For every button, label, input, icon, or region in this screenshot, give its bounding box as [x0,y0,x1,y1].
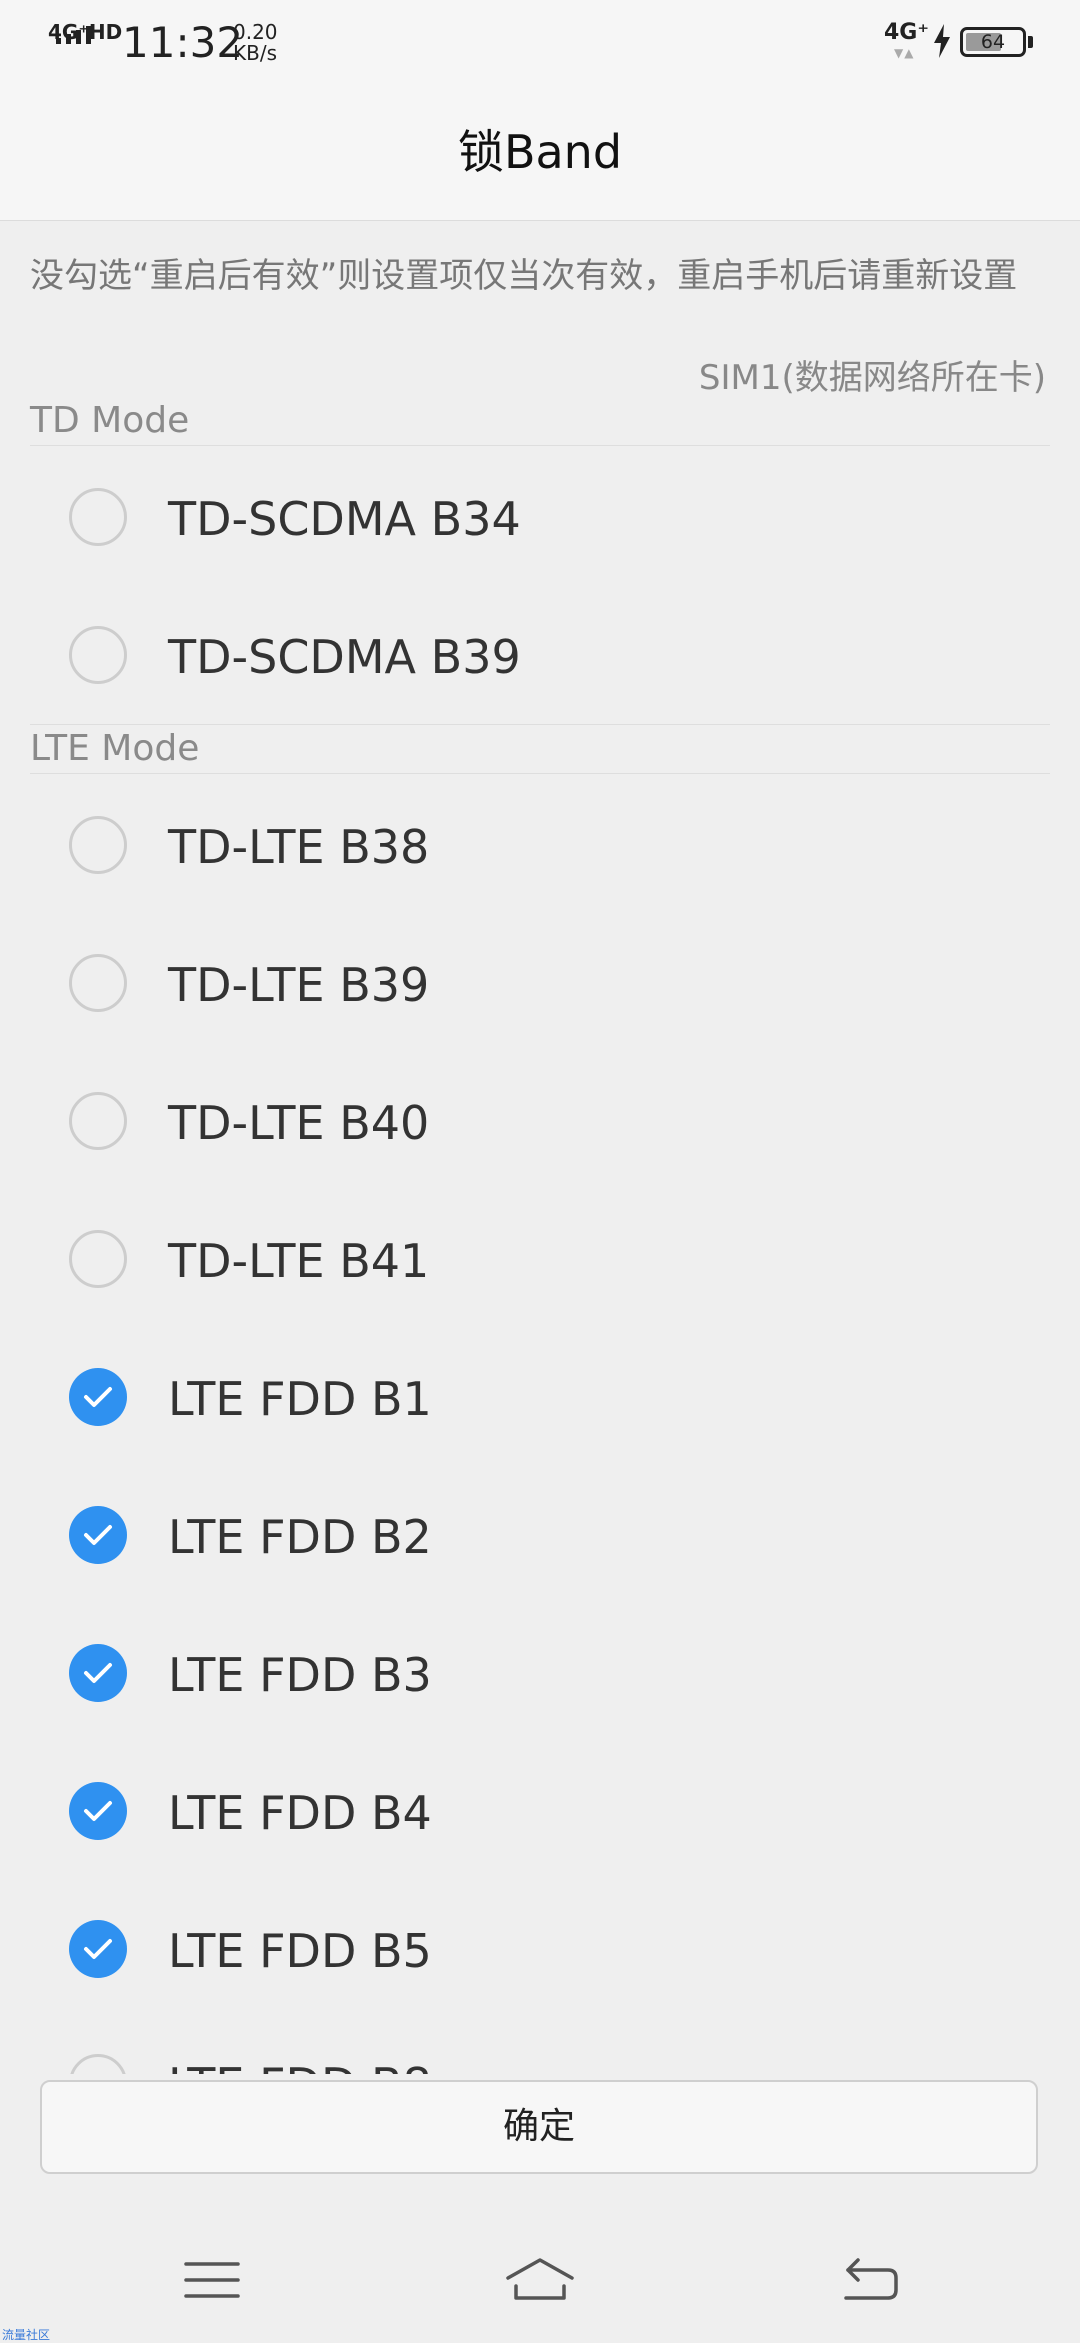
network-speed: 0.20 KB/s [233,22,278,64]
title-bar: 锁Band [0,84,1080,221]
band-label: TD-LTE B40 [168,1096,430,1150]
divider [30,445,1050,446]
band-label: LTE FDD B2 [168,1510,432,1564]
watermark: 流量社区 [2,2328,51,2342]
signal-indicator: 4G⁺HD [46,20,122,60]
band-row-td-lte-b39[interactable]: TD-LTE B39 [0,914,1080,1052]
radio-td-lte-b40[interactable] [69,1092,127,1150]
network-type: 4G⁺ [884,20,929,45]
band-row-td-lte-b40[interactable]: TD-LTE B40 [0,1052,1080,1190]
radio-td-scdma-b34[interactable] [69,488,127,546]
network-speed-unit: KB/s [233,41,277,65]
status-bar: 4G⁺HD 11:32 0.20 KB/s 4G⁺ ▼▲ 64 [0,0,1080,84]
band-row-lte-fdd-b3[interactable]: LTE FDD B3 [0,1604,1080,1742]
band-row-lte-fdd-b5[interactable]: LTE FDD B5 [0,1880,1080,2018]
checkmark-icon [84,1387,112,1407]
band-row-td-scdma-b39[interactable]: TD-SCDMA B39 [0,586,1080,724]
band-label: LTE FDD B1 [168,1372,432,1426]
band-row-lte-fdd-b1[interactable]: LTE FDD B1 [0,1328,1080,1466]
battery-icon: 64 [960,27,1026,57]
clock: 11:32 [122,18,244,67]
band-label: TD-SCDMA B39 [168,630,521,684]
band-row-lte-fdd-b8[interactable]: LTE FDD B8 [0,2040,1080,2074]
checkbox-checked-lte-fdd-b4[interactable] [69,1782,127,1840]
sim-label: SIM1(数据网络所在卡) [698,358,1046,398]
battery-level: 64 [980,31,1006,53]
menu-icon[interactable] [172,2250,252,2310]
checkbox-checked-lte-fdd-b5[interactable] [69,1920,127,1978]
band-row-td-scdma-b34[interactable]: TD-SCDMA B34 [0,448,1080,586]
checkmark-icon [84,1801,112,1821]
radio-lte-fdd-b8[interactable] [69,2054,127,2074]
band-label: TD-LTE B39 [168,958,430,1012]
network-speed-value: 0.20 [233,20,278,44]
divider [30,773,1050,774]
radio-td-scdma-b39[interactable] [69,626,127,684]
band-row-lte-fdd-b2[interactable]: LTE FDD B2 [0,1466,1080,1604]
home-icon[interactable] [500,2250,580,2310]
band-label: TD-SCDMA B34 [168,492,521,546]
section-title-td: TD Mode [30,400,190,441]
charging-icon [934,24,950,58]
page-title: 锁Band [457,125,623,179]
navigation-bar [0,2210,1080,2340]
section-title-lte: LTE Mode [30,728,200,769]
confirm-button[interactable]: 确定 [40,2080,1038,2174]
battery-tip [1028,36,1033,48]
band-label: LTE FDD B3 [168,1648,432,1702]
radio-td-lte-b39[interactable] [69,954,127,1012]
band-row-td-lte-b38[interactable]: TD-LTE B38 [0,776,1080,914]
band-label: TD-LTE B41 [168,1234,430,1288]
band-row-lte-fdd-b4[interactable]: LTE FDD B4 [0,1742,1080,1880]
checkbox-checked-lte-fdd-b2[interactable] [69,1506,127,1564]
data-activity-icon: ▼▲ [894,46,915,60]
band-label: TD-LTE B38 [168,820,430,874]
checkmark-icon [84,1663,112,1683]
checkbox-checked-lte-fdd-b3[interactable] [69,1644,127,1702]
divider [30,724,1050,725]
checkmark-icon [84,1939,112,1959]
checkbox-checked-lte-fdd-b1[interactable] [69,1368,127,1426]
back-icon[interactable] [828,2250,908,2310]
band-label: LTE FDD B4 [168,1786,432,1840]
band-label: LTE FDD B5 [168,1924,432,1978]
radio-td-lte-b41[interactable] [69,1230,127,1288]
notice-text: 没勾选“重启后有效”则设置项仅当次有效，重启手机后请重新设置 [30,256,1018,296]
radio-td-lte-b38[interactable] [69,816,127,874]
band-label: LTE FDD B8 [168,2058,432,2074]
checkmark-icon [84,1525,112,1545]
band-row-td-lte-b41[interactable]: TD-LTE B41 [0,1190,1080,1328]
